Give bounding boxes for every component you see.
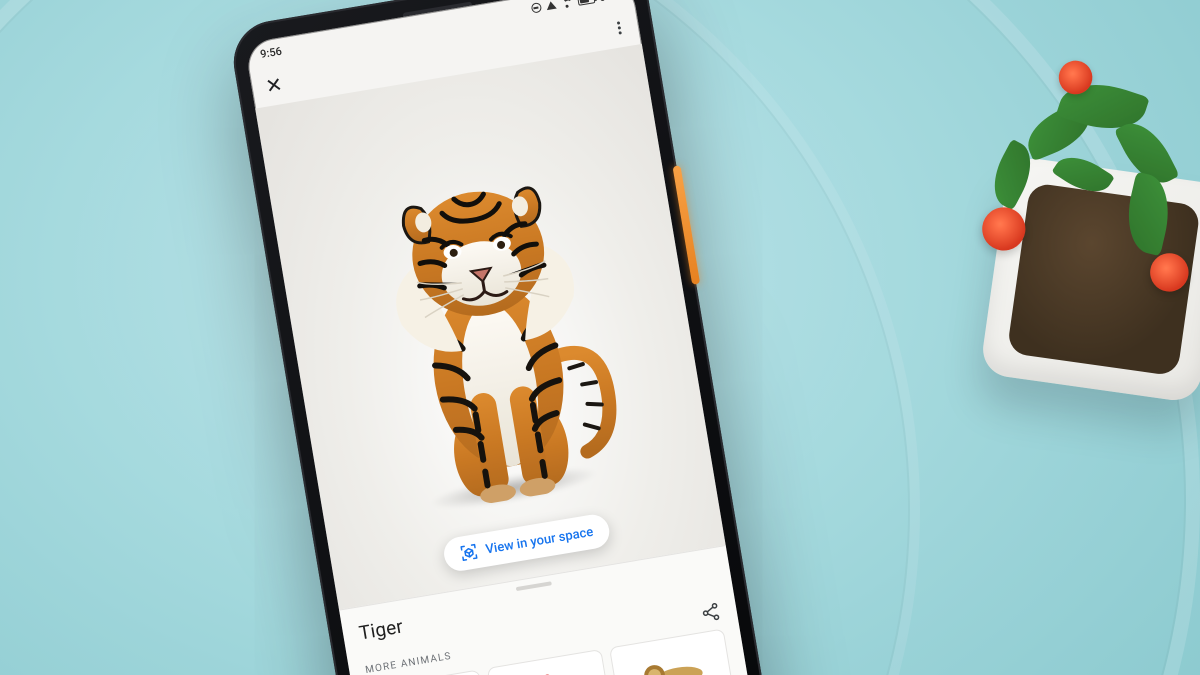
do-not-disturb-icon [530,2,542,14]
battery-icon [577,0,595,5]
share-icon[interactable] [699,601,722,624]
view-in-your-space-button[interactable]: View in your space [442,512,612,573]
status-clock: 9:56 [259,44,283,60]
more-options-icon[interactable] [612,16,626,39]
battery-percent: 63% [598,0,620,4]
tiger-3d-model[interactable] [340,142,643,523]
close-icon[interactable]: ✕ [264,74,284,96]
ar-cube-icon [459,542,480,563]
cellular-icon [545,1,556,11]
phone-screen: 9:56 63% ✕ [244,0,756,675]
more-animals-label: MORE ANIMALS [364,650,452,675]
3d-viewer[interactable]: View in your space [255,44,725,610]
ar-button-label: View in your space [485,524,595,557]
planter [825,15,1200,444]
phone-device: 9:56 63% ✕ [228,0,773,675]
subject-title: Tiger [357,615,404,645]
photo-scene: 9:56 63% ✕ [0,0,1200,675]
wifi-icon [560,0,573,9]
